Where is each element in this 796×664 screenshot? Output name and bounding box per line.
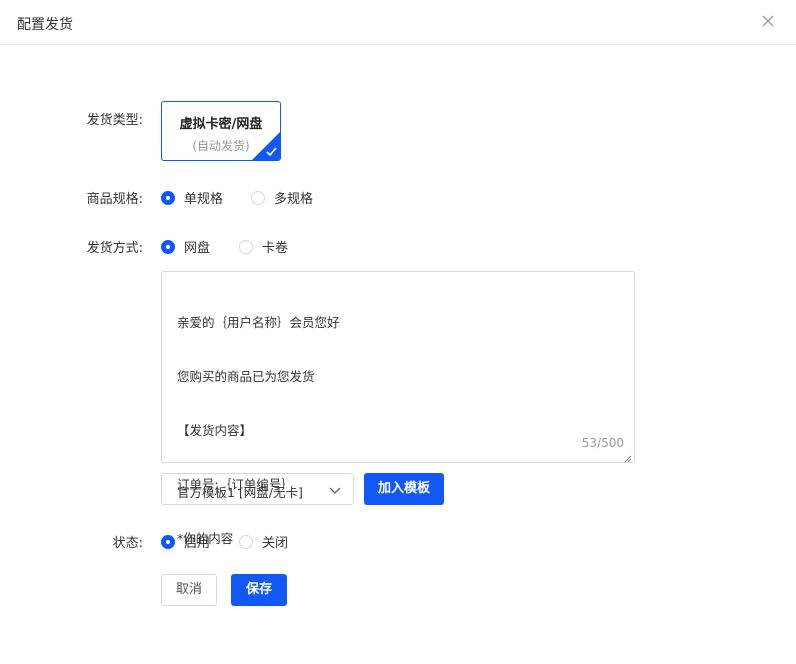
template-select-value: 官方模板1 [网盘/无卡]	[177, 485, 303, 500]
status-radio-disable[interactable]: 关闭	[239, 532, 288, 551]
spec-radio-multi[interactable]: 多规格	[251, 188, 313, 207]
content-line: 亲爱的｛用户名称｝会员您好	[177, 315, 340, 330]
chevron-down-icon	[328, 484, 342, 494]
char-counter: 53/500	[581, 436, 624, 450]
method-option-label: 卡卷	[262, 241, 289, 256]
spec-option-label: 多规格	[274, 192, 314, 207]
radio-checked-icon	[161, 534, 175, 549]
method-radio-netdisk[interactable]: 网盘	[161, 237, 210, 256]
delivery-type-card-title: 虚拟卡密/网盘	[179, 117, 263, 132]
save-button[interactable]: 保存	[231, 574, 287, 606]
content-line: 【发货内容】	[177, 423, 253, 438]
dialog-header: 配置发货	[0, 0, 796, 45]
radio-checked-icon	[161, 190, 175, 205]
spec-label: 商品规格:	[86, 192, 143, 207]
close-icon[interactable]	[760, 13, 776, 29]
resize-handle-icon[interactable]	[624, 452, 632, 463]
delivery-type-card[interactable]: 虚拟卡密/网盘 (自动发货)	[161, 101, 281, 161]
method-option-label: 网盘	[184, 241, 211, 256]
delivery-content-textarea[interactable]: 亲爱的｛用户名称｝会员您好 您购买的商品已为您发货 【发货内容】 订单号:｛订单…	[161, 271, 635, 546]
spec-option-label: 单规格	[184, 192, 224, 207]
selected-corner-icon	[252, 132, 280, 160]
radio-checked-icon	[161, 239, 175, 254]
cancel-button[interactable]: 取消	[161, 574, 217, 606]
status-radio-enable[interactable]: 启用	[161, 532, 210, 551]
method-radio-card[interactable]: 卡卷	[239, 237, 288, 256]
content-line: 您购买的商品已为您发货	[177, 369, 315, 384]
add-template-button[interactable]: 加入模板	[364, 473, 444, 505]
delivery-type-label: 发货类型:	[86, 113, 143, 128]
status-option-label: 启用	[184, 536, 211, 551]
spec-radio-single[interactable]: 单规格	[161, 188, 223, 207]
status-label: 状态:	[112, 536, 143, 551]
radio-unchecked-icon	[239, 534, 253, 549]
method-label: 发货方式:	[86, 241, 143, 256]
status-option-label: 关闭	[262, 536, 289, 551]
radio-unchecked-icon	[239, 239, 253, 254]
template-select[interactable]: 官方模板1 [网盘/无卡]	[161, 473, 354, 505]
dialog-title: 配置发货	[17, 17, 73, 33]
radio-unchecked-icon	[251, 190, 265, 205]
